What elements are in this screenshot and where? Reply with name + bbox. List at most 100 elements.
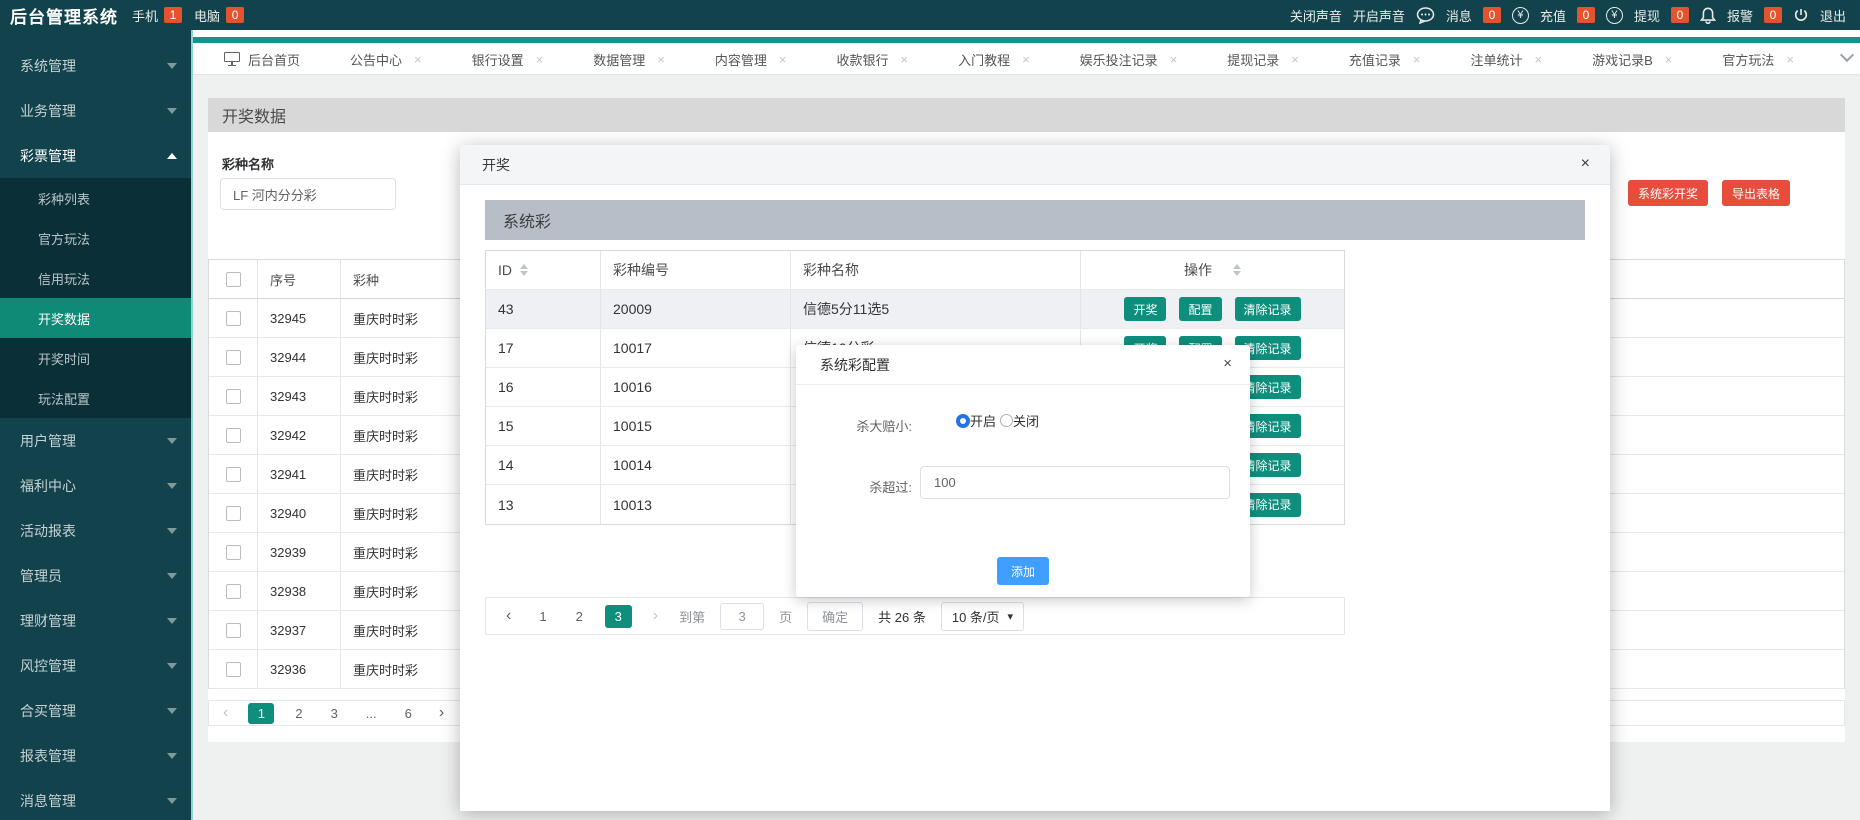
page-6-button[interactable]: 6 bbox=[398, 706, 419, 721]
tab-notice-center[interactable]: 公告中心× bbox=[325, 50, 447, 69]
recharge-link[interactable]: 充值 bbox=[1540, 6, 1566, 25]
tab-order-stats[interactable]: 注单统计× bbox=[1446, 50, 1568, 69]
sidebar-subitem-lottery-list[interactable]: 彩种列表 bbox=[0, 178, 191, 218]
sort-icon[interactable] bbox=[520, 264, 528, 276]
page-3-button[interactable]: 3 bbox=[605, 605, 632, 628]
sidebar-item-finance[interactable]: 理财管理 bbox=[0, 598, 191, 643]
tab-overflow-chevron-icon[interactable] bbox=[1840, 48, 1854, 62]
close-icon[interactable]: × bbox=[779, 52, 787, 67]
sound-on-button[interactable]: 开启声音 bbox=[1353, 6, 1405, 25]
radio-off-label[interactable]: 关闭 bbox=[1013, 411, 1039, 430]
radio-on-selected[interactable] bbox=[956, 414, 970, 428]
sidebar-item-report[interactable]: 报表管理 bbox=[0, 733, 191, 778]
row-checkbox[interactable] bbox=[226, 311, 241, 326]
sidebar-item-message[interactable]: 消息管理 bbox=[0, 778, 191, 820]
clear-records-button[interactable]: 清除记录 bbox=[1235, 297, 1301, 321]
close-icon[interactable]: × bbox=[657, 52, 665, 67]
next-page-button[interactable]: › bbox=[647, 607, 664, 625]
sidebar-subitem-credit-play[interactable]: 信用玩法 bbox=[0, 258, 191, 298]
row-checkbox[interactable] bbox=[226, 506, 241, 521]
page-1-button[interactable]: 1 bbox=[248, 703, 274, 724]
sidebar-subitem-draw-data[interactable]: 开奖数据 bbox=[0, 298, 191, 338]
tab-withdraw-records[interactable]: 提现记录× bbox=[1202, 50, 1324, 69]
sidebar-item-users[interactable]: 用户管理 bbox=[0, 418, 191, 463]
tab-add-member[interactable]: 增加会员× bbox=[1819, 50, 1834, 69]
close-icon[interactable]: × bbox=[1170, 52, 1178, 67]
sidebar-item-admin[interactable]: 管理员 bbox=[0, 553, 191, 598]
logout-button[interactable]: 退出 bbox=[1820, 6, 1846, 25]
tab-content-management[interactable]: 内容管理× bbox=[690, 50, 812, 69]
close-icon[interactable]: × bbox=[536, 52, 544, 67]
tab-recharge-records[interactable]: 充值记录× bbox=[1324, 50, 1446, 69]
close-icon[interactable]: × bbox=[1413, 52, 1421, 67]
page-2-button[interactable]: 2 bbox=[569, 609, 590, 624]
row-checkbox[interactable] bbox=[226, 584, 241, 599]
page-3-button[interactable]: 3 bbox=[324, 706, 345, 721]
lottery-name-select[interactable]: LF 河内分分彩 bbox=[220, 178, 396, 210]
per-page-select[interactable]: 10 条/页 ▾ bbox=[941, 602, 1024, 631]
tab-bet-records[interactable]: 娱乐投注记录× bbox=[1055, 50, 1203, 69]
col-header-id[interactable]: ID bbox=[486, 251, 601, 289]
tab-tutorial[interactable]: 入门教程× bbox=[933, 50, 1055, 69]
add-button[interactable]: 添加 bbox=[997, 557, 1049, 585]
row-checkbox[interactable] bbox=[226, 545, 241, 560]
close-icon[interactable]: × bbox=[1223, 356, 1232, 371]
messages-link[interactable]: 消息 bbox=[1446, 6, 1472, 25]
chevron-down-icon bbox=[167, 483, 177, 489]
alarm-link[interactable]: 报警 bbox=[1727, 6, 1753, 25]
close-icon[interactable]: × bbox=[1535, 52, 1543, 67]
row-checkbox[interactable] bbox=[226, 350, 241, 365]
close-icon[interactable]: × bbox=[1786, 52, 1794, 67]
close-icon[interactable]: × bbox=[1291, 52, 1299, 67]
sound-off-button[interactable]: 关闭声音 bbox=[1290, 6, 1342, 25]
tab-bank-settings[interactable]: 银行设置× bbox=[447, 50, 569, 69]
sidebar-item-activity-report[interactable]: 活动报表 bbox=[0, 508, 191, 553]
prev-page-button[interactable]: ‹ bbox=[500, 607, 517, 625]
sidebar-item-lottery[interactable]: 彩票管理 bbox=[0, 133, 191, 178]
radio-off-unselected[interactable] bbox=[1000, 414, 1013, 427]
page-1-button[interactable]: 1 bbox=[532, 609, 553, 624]
confirm-page-button[interactable]: 确定 bbox=[807, 602, 863, 631]
close-icon[interactable]: × bbox=[900, 52, 908, 67]
tab-data-management[interactable]: 数据管理× bbox=[568, 50, 690, 69]
sidebar-item-group-buy[interactable]: 合买管理 bbox=[0, 688, 191, 733]
row-checkbox[interactable] bbox=[226, 467, 241, 482]
withdraw-link[interactable]: 提现 bbox=[1634, 6, 1660, 25]
kill-exceed-input[interactable] bbox=[920, 466, 1230, 499]
sidebar-item-system[interactable]: 系统管理 bbox=[0, 43, 191, 88]
sidebar-subitem-official-play[interactable]: 官方玩法 bbox=[0, 218, 191, 258]
select-all-checkbox[interactable] bbox=[226, 272, 241, 287]
row-checkbox[interactable] bbox=[226, 428, 241, 443]
system-lottery-draw-button[interactable]: 系统彩开奖 bbox=[1628, 180, 1708, 206]
sidebar-item-risk[interactable]: 风控管理 bbox=[0, 643, 191, 688]
sidebar-subitem-play-config[interactable]: 玩法配置 bbox=[0, 378, 191, 418]
tab-receiving-bank[interactable]: 收款银行× bbox=[811, 50, 933, 69]
col-header-name: 彩种名称 bbox=[791, 251, 1081, 289]
row-checkbox[interactable] bbox=[226, 623, 241, 638]
row-checkbox[interactable] bbox=[226, 662, 241, 677]
close-icon[interactable]: × bbox=[414, 52, 422, 67]
close-icon[interactable]: × bbox=[1665, 52, 1673, 67]
sidebar-item-business[interactable]: 业务管理 bbox=[0, 88, 191, 133]
page-2-button[interactable]: 2 bbox=[288, 706, 309, 721]
col-header-actions[interactable]: 操作 bbox=[1081, 251, 1344, 289]
close-icon[interactable]: × bbox=[1581, 156, 1590, 172]
sidebar-subitem-draw-time[interactable]: 开奖时间 bbox=[0, 338, 191, 378]
chevron-down-icon: ▾ bbox=[1008, 610, 1014, 623]
goto-page-input[interactable] bbox=[720, 603, 764, 630]
row-checkbox[interactable] bbox=[226, 389, 241, 404]
export-table-button[interactable]: 导出表格 bbox=[1722, 180, 1790, 206]
radio-on-label[interactable]: 开启 bbox=[970, 411, 996, 430]
table-row[interactable]: 43 20009 信德5分11选5 开奖 配置 清除记录 bbox=[486, 290, 1344, 329]
tab-official-play[interactable]: 官方玩法× bbox=[1697, 50, 1819, 69]
config-button[interactable]: 配置 bbox=[1179, 297, 1221, 321]
tab-game-records-b[interactable]: 游戏记录B× bbox=[1567, 50, 1697, 69]
close-icon[interactable]: × bbox=[1022, 52, 1030, 67]
prev-page-button[interactable]: ‹ bbox=[217, 704, 234, 722]
next-page-button[interactable]: › bbox=[433, 704, 450, 722]
sidebar-item-welfare[interactable]: 福利中心 bbox=[0, 463, 191, 508]
sort-icon[interactable] bbox=[1233, 264, 1241, 276]
tabbar-accent-line bbox=[193, 37, 1860, 43]
tab-home[interactable]: 后台首页 bbox=[199, 50, 325, 69]
draw-button[interactable]: 开奖 bbox=[1124, 297, 1166, 321]
